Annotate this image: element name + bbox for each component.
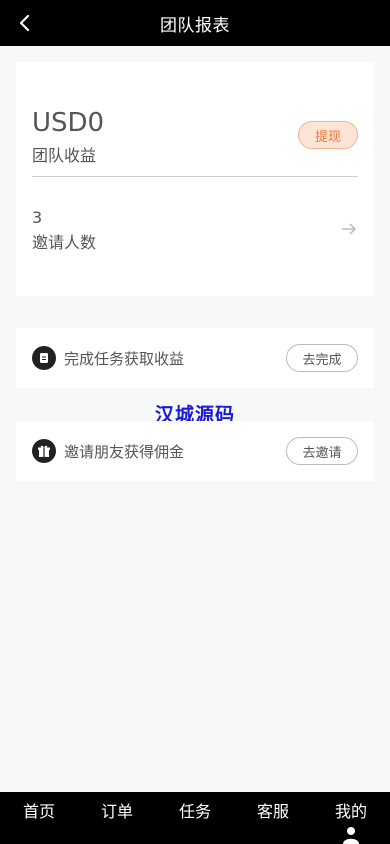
task-text: 完成任务获取收益 xyxy=(64,349,185,368)
go-complete-button[interactable]: 去完成 xyxy=(286,344,358,372)
invite-count-label: 邀请人数 xyxy=(32,233,97,252)
arrow-right-icon[interactable] xyxy=(340,220,358,238)
document-icon xyxy=(32,346,56,370)
team-summary-card: USD0 团队收益 提现 3 邀请人数 xyxy=(16,62,374,296)
tab-label: 订单 xyxy=(100,802,133,821)
team-earnings-label: 团队收益 xyxy=(32,146,97,165)
tab-home[interactable]: 首页 xyxy=(0,792,78,844)
go-invite-button[interactable]: 去邀请 xyxy=(286,437,358,465)
tab-tasks[interactable]: 任务 xyxy=(156,792,234,844)
user-icon xyxy=(343,827,359,844)
team-earnings-amount: USD0 xyxy=(32,108,105,138)
top-bar: 团队报表 xyxy=(0,0,390,46)
tab-service[interactable]: 客服 xyxy=(234,792,312,844)
tab-orders[interactable]: 订单 xyxy=(78,792,156,844)
bottom-tab-bar: 首页 订单 任务 客服 我的 xyxy=(0,792,390,844)
withdraw-button[interactable]: 提现 xyxy=(298,121,358,149)
tab-label: 任务 xyxy=(178,802,211,821)
task-card-invite: 邀请朋友获得佣金 去邀请 xyxy=(16,421,374,481)
gift-icon xyxy=(32,439,56,463)
task-card-complete: 完成任务获取收益 去完成 xyxy=(16,328,374,388)
task-text: 邀请朋友获得佣金 xyxy=(64,442,185,461)
invite-count: 3 xyxy=(32,208,43,227)
tab-label: 首页 xyxy=(22,802,55,821)
tab-mine[interactable]: 我的 xyxy=(312,792,390,844)
chevron-left-icon xyxy=(19,14,30,32)
back-button[interactable] xyxy=(14,12,36,34)
tab-label: 客服 xyxy=(256,802,289,821)
page-title: 团队报表 xyxy=(160,15,230,36)
divider xyxy=(32,176,358,177)
tab-label: 我的 xyxy=(334,802,367,821)
